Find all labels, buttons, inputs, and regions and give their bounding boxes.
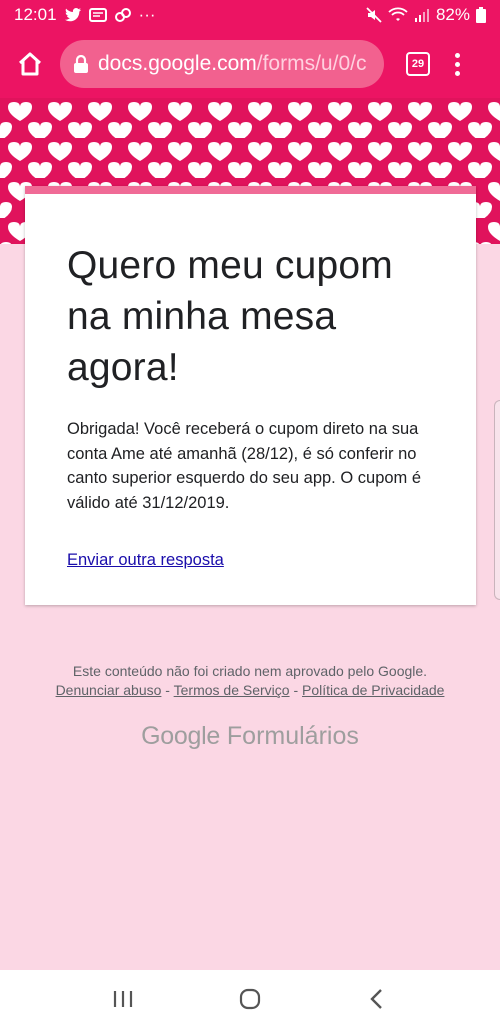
more-notifications-indicator: ··· [138, 5, 156, 24]
status-bar: 12:01 ··· 82% [0, 0, 500, 30]
confirmation-message: Obrigada! Você receberá o cupom direto n… [67, 420, 422, 512]
home-icon [18, 52, 42, 76]
recents-icon [114, 991, 133, 1007]
footer-disclaimer: Este conteúdo não foi criado nem aprovad… [72, 663, 428, 679]
system-navigation-bar [0, 970, 500, 1028]
form-title: Quero meu cupom na minha mesa agora! [67, 244, 393, 389]
twitter-icon [64, 8, 81, 22]
app-notification-icon [114, 7, 131, 23]
clock: 12:01 [14, 5, 57, 24]
lock-icon [74, 55, 88, 73]
confirmation-card: Quero meu cupom na minha mesa agora! Obr… [25, 186, 476, 605]
home-nav-button[interactable] [230, 979, 270, 1019]
back-button[interactable] [357, 979, 397, 1019]
brand-google: Google [141, 722, 220, 750]
menu-dot [454, 52, 460, 58]
submit-another-response-link[interactable]: Enviar outra resposta [67, 551, 224, 570]
mute-icon [366, 7, 382, 23]
home-button[interactable] [14, 48, 46, 80]
menu-dot [454, 70, 460, 76]
edge-panel-handle[interactable] [494, 400, 500, 600]
signal-icon [414, 7, 430, 23]
report-abuse-link[interactable]: Denunciar abuso [56, 682, 162, 698]
messages-icon [88, 8, 107, 22]
tabs-button[interactable]: 29 [406, 52, 430, 76]
brand-product: Formulários [226, 722, 359, 750]
google-forms-logo[interactable]: Google Formulários [0, 722, 500, 751]
privacy-link[interactable]: Política de Privacidade [302, 682, 444, 698]
home-circle-icon [239, 988, 261, 1010]
back-chevron-icon [369, 989, 382, 1009]
footer-separator: - [289, 682, 303, 698]
battery-percent: 82% [435, 5, 470, 24]
footer-separator: - [161, 682, 174, 698]
recents-button[interactable] [103, 979, 143, 1019]
terms-link[interactable]: Termos de Serviço [174, 682, 290, 698]
footer: Este conteúdo não foi criado nem aprovad… [0, 662, 500, 700]
wifi-icon [388, 7, 408, 23]
battery-icon [476, 7, 486, 23]
menu-dot [454, 61, 460, 67]
address-bar[interactable]: docs.google.com/forms/u/0/c [60, 40, 384, 88]
url-path: /forms/u/0/c [256, 52, 367, 75]
footer-links: Denunciar abuso - Termos de Serviço - Po… [0, 681, 500, 700]
browser-toolbar: docs.google.com/forms/u/0/c 29 [0, 30, 500, 98]
url-domain: docs.google.com [98, 52, 257, 75]
browser-menu-button[interactable] [452, 52, 462, 76]
